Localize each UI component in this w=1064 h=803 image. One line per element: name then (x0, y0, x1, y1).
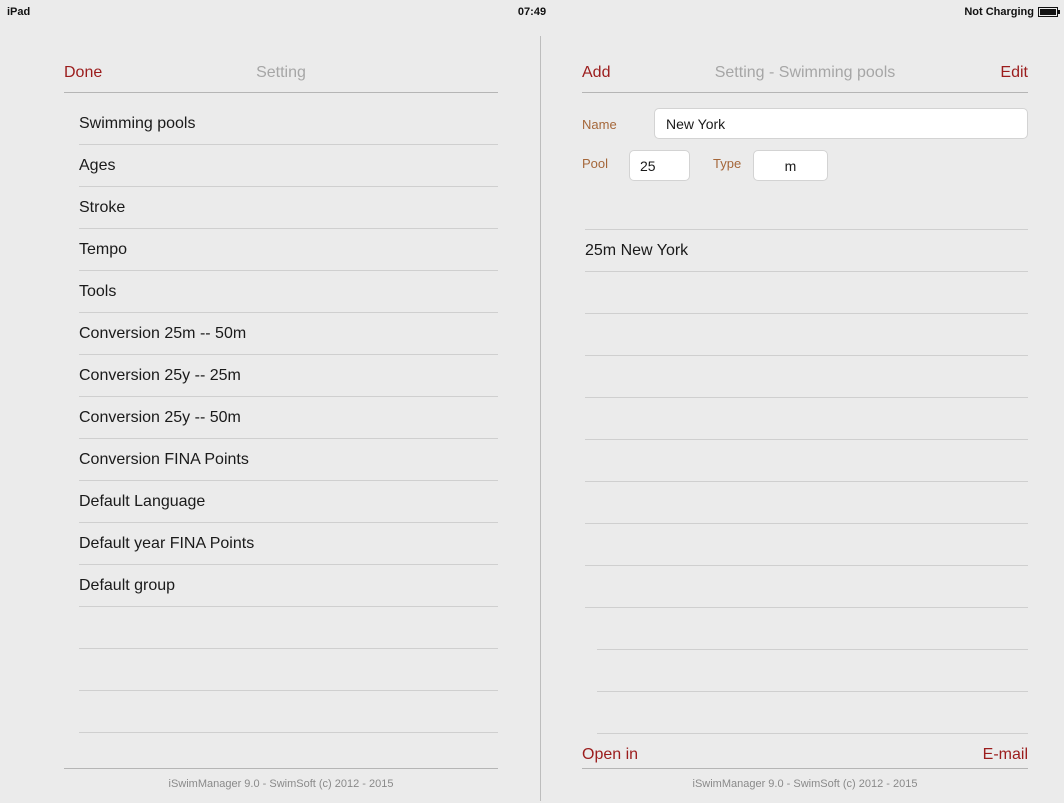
settings-item[interactable]: Conversion 25m -- 50m (79, 313, 498, 355)
pool-length-field[interactable] (629, 150, 690, 181)
name-label: Name (582, 117, 617, 132)
settings-item[interactable]: Stroke (79, 187, 498, 229)
battery-icon (1038, 7, 1060, 17)
empty-row (585, 482, 1028, 524)
pool-type-field[interactable] (753, 150, 828, 181)
settings-item[interactable]: Swimming pools (79, 103, 498, 145)
empty-row (597, 608, 1028, 650)
pools-title: Setting - Swimming pools (714, 64, 896, 81)
empty-row (597, 692, 1028, 734)
pool-label: Pool (582, 156, 609, 171)
empty-row (585, 440, 1028, 482)
empty-row (79, 691, 498, 733)
edit-button[interactable]: Edit (1000, 64, 1028, 82)
name-field[interactable] (654, 108, 1028, 139)
pool-list-item[interactable]: 25m New York (585, 230, 1028, 272)
add-button[interactable]: Add (582, 64, 610, 82)
settings-list: Swimming pools Ages Stroke Tempo Tools C… (79, 103, 498, 733)
settings-item[interactable]: Default year FINA Points (79, 523, 498, 565)
settings-nav-bar: Setting Done (64, 62, 498, 93)
empty-row (585, 356, 1028, 398)
battery-status: Not Charging (964, 6, 1034, 18)
status-bar: iPad 07:49 Not Charging (0, 0, 1064, 26)
settings-item[interactable]: Tempo (79, 229, 498, 271)
settings-item[interactable]: Ages (79, 145, 498, 187)
settings-title: Setting (256, 64, 306, 81)
empty-row (585, 524, 1028, 566)
left-footer: iSwimManager 9.0 - SwimSoft (c) 2012 - 2… (168, 778, 394, 790)
type-label: Type (713, 156, 742, 171)
pools-list: 25m New York (585, 229, 1028, 734)
settings-item[interactable]: Default Language (79, 481, 498, 523)
pools-nav-bar: Setting - Swimming pools Add Edit (582, 62, 1028, 93)
empty-row (585, 566, 1028, 608)
left-bottom-rule (64, 768, 498, 769)
open-in-button[interactable]: Open in (582, 746, 638, 764)
empty-row (585, 398, 1028, 440)
empty-row (585, 272, 1028, 314)
right-footer: iSwimManager 9.0 - SwimSoft (c) 2012 - 2… (692, 778, 918, 790)
empty-row (79, 649, 498, 691)
settings-item[interactable]: Tools (79, 271, 498, 313)
email-button[interactable]: E-mail (983, 746, 1028, 764)
done-button[interactable]: Done (64, 64, 102, 82)
empty-row (79, 607, 498, 649)
empty-row (597, 650, 1028, 692)
status-time: 07:49 (517, 6, 547, 18)
right-bottom-rule (582, 768, 1028, 769)
settings-item[interactable]: Default group (79, 565, 498, 607)
empty-row (585, 314, 1028, 356)
settings-item[interactable]: Conversion 25y -- 25m (79, 355, 498, 397)
split-divider (540, 36, 541, 801)
settings-item[interactable]: Conversion FINA Points (79, 439, 498, 481)
settings-item[interactable]: Conversion 25y -- 50m (79, 397, 498, 439)
